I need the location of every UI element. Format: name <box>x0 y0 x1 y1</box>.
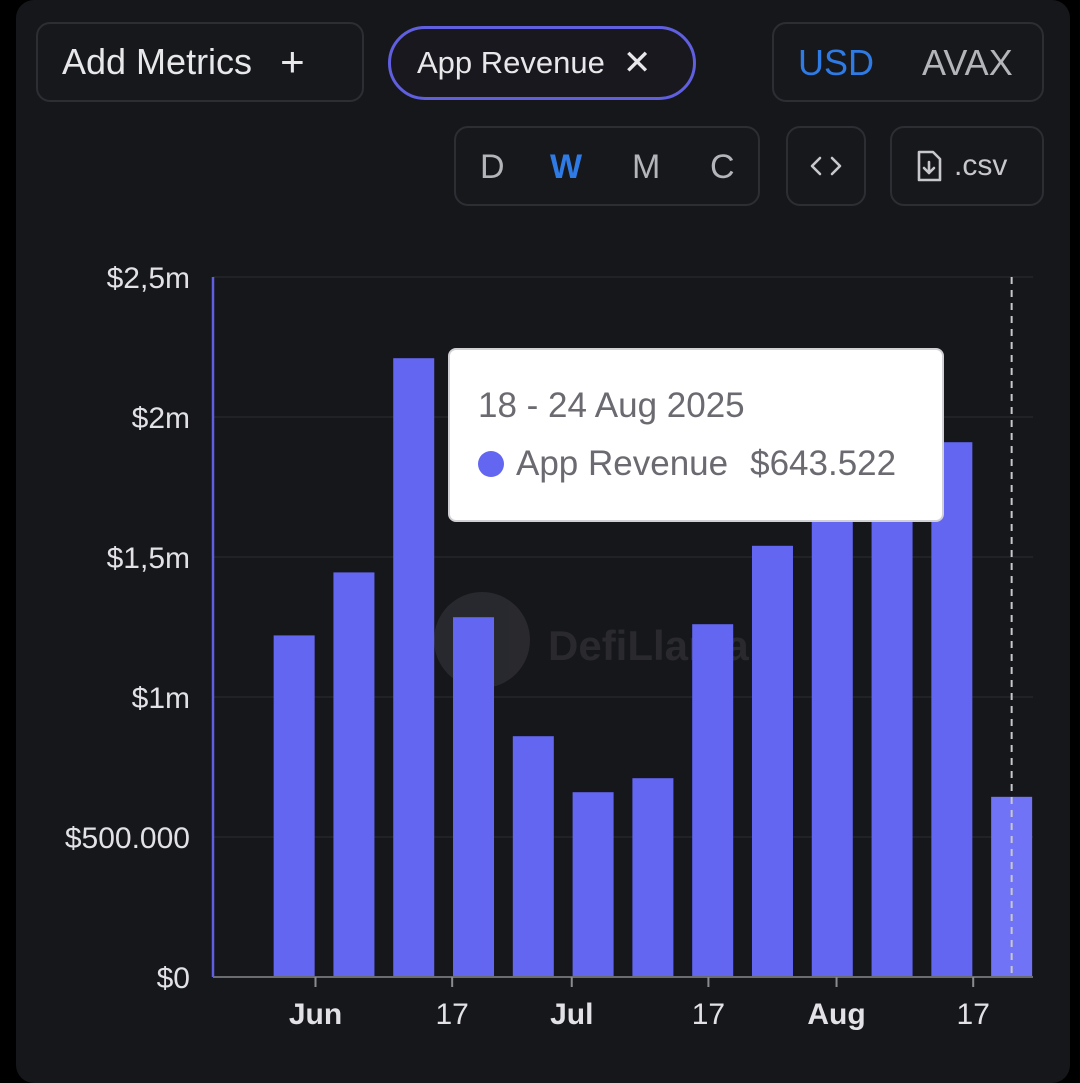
x-tick-label: Jul <box>550 998 593 1031</box>
y-tick-label: $1,5m <box>107 542 190 575</box>
y-tick-label: $2m <box>132 402 190 435</box>
y-tick-label: $500.000 <box>65 822 190 855</box>
bar-2025-08-11[interactable] <box>931 442 973 977</box>
bar-2025-06-16[interactable] <box>453 617 495 977</box>
y-tick-label: $2,5m <box>107 262 190 295</box>
bar-2025-06-30[interactable] <box>572 792 614 977</box>
y-tick-label: $1m <box>132 682 190 715</box>
tooltip-series-name: App Revenue <box>516 444 729 483</box>
y-tick-label: $0 <box>157 962 190 995</box>
series-color-dot <box>478 451 504 477</box>
bar-2025-06-02[interactable] <box>333 572 375 977</box>
bar-2025-07-07[interactable] <box>632 778 674 977</box>
tooltip-row: App Revenue $643.522 <box>478 444 896 484</box>
bar-2025-08-04[interactable] <box>871 450 913 978</box>
bar-2025-07-21[interactable] <box>751 545 793 977</box>
bar-2025-05-26[interactable] <box>273 635 315 977</box>
bar-2025-07-14[interactable] <box>692 624 734 977</box>
tooltip-date: 18 - 24 Aug 2025 <box>478 386 745 425</box>
x-tick-label: Jun <box>289 998 342 1031</box>
x-tick-label: 17 <box>957 998 990 1031</box>
bar-2025-06-09[interactable] <box>393 358 435 977</box>
tooltip-value: $643.522 <box>750 444 897 483</box>
chart-tooltip: 18 - 24 Aug 2025 App Revenue $643.522 <box>448 348 944 522</box>
x-tick-label: 17 <box>435 998 468 1031</box>
bar-2025-06-23[interactable] <box>512 736 554 977</box>
bar-chart: DefiLlama $0$500.000$1m$1,5m$2m$2,5mJun 1… <box>65 262 1033 1031</box>
x-tick-label: 17 <box>692 998 725 1031</box>
x-tick-label: Aug <box>807 998 865 1031</box>
bar-2025-07-28[interactable] <box>811 459 853 977</box>
